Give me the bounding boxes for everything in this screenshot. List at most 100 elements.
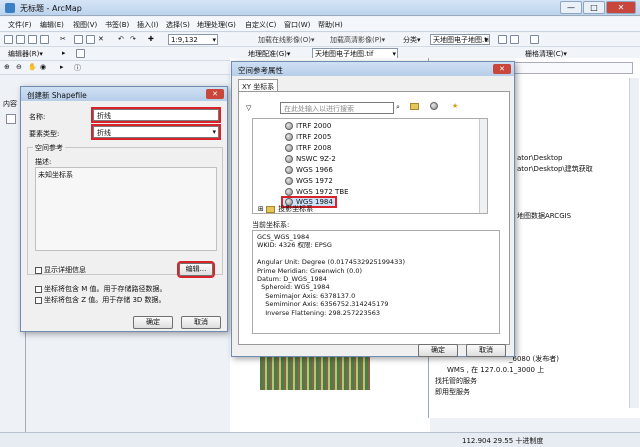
menu-bookmarks[interactable]: 书签(B) [105,20,129,30]
menu-edit[interactable]: 编辑(E) [40,20,64,30]
list-item-label: WGS 1972 [296,177,333,185]
list-item[interactable]: WGS 1972 TBE [285,188,349,196]
list-item-label: WGS 1972 TBE [296,188,349,196]
app-icon [5,3,15,13]
undo-icon[interactable]: ↶ [118,35,124,43]
tool-icon-a[interactable] [498,35,507,46]
description-box: 未知坐标系 [35,167,217,251]
close-button[interactable]: ✕ [606,1,636,14]
pan-icon[interactable]: ✋ [28,63,37,71]
list-item[interactable]: WGS 1966 [285,166,333,174]
tool-icon-c[interactable] [530,35,539,46]
toolbar-standard: ✂ ✕ ↶ ↷ ✚ 1:9,132 加载在线影像(O)▾ 加载高清影像(P)▾ … [0,33,640,47]
toc-item-icon[interactable] [6,114,16,124]
menu-geoprocessing[interactable]: 地理处理(G) [197,20,236,30]
feature-type-select[interactable]: 折线 ▾ [91,124,221,140]
tool-icon-b[interactable] [510,35,519,46]
cut-icon[interactable]: ✂ [60,35,66,43]
select-icon[interactable]: ▸ [60,63,64,71]
show-details-checkbox[interactable]: 显示详细信息 [35,265,86,275]
redo-icon[interactable]: ↷ [130,35,136,43]
new-icon[interactable] [4,35,13,46]
search-input[interactable]: 在此处输入以进行搜索 [280,102,394,114]
title-bar: 无标题 - ArcMap — □ ✕ [0,0,640,16]
spatial-reference-label: 空间参考 [33,143,65,153]
editor-menu[interactable]: 编辑器(R)▾ [8,49,43,59]
add-data-icon[interactable]: ✚ [148,35,154,43]
catalog-item-1[interactable]: ator\Desktop [517,154,562,162]
classify-menu[interactable]: 分类▾ [403,35,421,45]
catalog-item-5[interactable]: WMS , 在 127.0.0.1_3000 上 [447,365,544,375]
catalog-scrollbar[interactable] [629,78,639,408]
menu-customize[interactable]: 自定义(C) [245,20,276,30]
print-icon[interactable] [40,35,49,46]
menu-bar: 文件(F) 编辑(E) 视图(V) 书签(B) 插入(I) 选择(S) 地理处理… [0,17,640,32]
m-values-checkbox[interactable]: 坐标将包含 M 值。用于存储路径数据。 [35,284,167,294]
layer-file-combo[interactable]: 天地图电子地图.tif [430,34,490,45]
z-values-checkbox[interactable]: 坐标将包含 Z 值。用于存储 3D 数据。 [35,295,166,305]
catalog-item-3[interactable]: 地图数据ARCGIS [517,211,571,221]
minimize-button[interactable]: — [560,1,582,14]
list-item[interactable]: WGS 1972 [285,177,333,185]
scale-combo[interactable]: 1:9,132 [168,34,218,45]
list-item-label: ITRF 2005 [296,133,332,141]
copy-icon[interactable] [74,35,83,46]
edit-button[interactable]: 编辑... [177,261,215,278]
shapefile-dialog-close-icon[interactable]: ✕ [206,89,224,99]
current-system-details: GCS_WGS_1984 WKID: 4326 权限: EPSG Angular… [252,230,500,334]
paste-icon[interactable] [86,35,95,46]
shapefile-ok-button[interactable]: 确定 [133,316,173,329]
edit-tool-icon[interactable]: ▸ [62,49,66,57]
name-input[interactable]: 折线 [91,107,221,123]
coordinate-readout: 112.904 29.55 十进制度 [462,437,544,445]
arcmap-window: 无标题 - ArcMap — □ ✕ 文件(F) 编辑(E) 视图(V) 书签(… [0,0,640,447]
delete-icon[interactable]: ✕ [98,35,104,43]
online-imagery-menu[interactable]: 加载在线影像(O)▾ [258,35,315,45]
tree-node-projected[interactable]: ⊞ 投影坐标系 [258,204,313,214]
status-bar: 112.904 29.55 十进制度 [0,432,640,447]
coordinate-system-list[interactable]: ITRF 2000 ITRF 2005 ITRF 2008 NSWC 9Z-2 … [252,118,488,214]
catalog-item-4[interactable]: _6080 (发布者) [509,354,559,364]
shapefile-cancel-button[interactable]: 取消 [181,316,221,329]
maximize-button[interactable]: □ [583,1,605,14]
toc-label: 内容 [3,100,17,108]
search-icon[interactable]: ⌕ [396,103,400,112]
srs-ok-button[interactable]: 确定 [418,344,458,357]
edit-vertices-icon[interactable] [76,49,85,60]
window-controls: — □ ✕ [560,1,636,14]
menu-file[interactable]: 文件(F) [8,20,32,30]
list-item-label: ITRF 2000 [296,122,332,130]
menu-selection[interactable]: 选择(S) [166,20,190,30]
identify-icon[interactable]: ⓘ [74,63,81,73]
menu-insert[interactable]: 插入(I) [137,20,159,30]
filter-icon[interactable]: ▽ [246,104,251,112]
tab-xy-coordinate-system[interactable]: XY 坐标系 [238,79,278,91]
projected-label: 投影坐标系 [278,205,314,213]
menu-help[interactable]: 帮助(H) [318,20,343,30]
srs-dialog-close-icon[interactable]: ✕ [493,64,511,74]
catalog-item-2[interactable]: ator\Desktop\建筑获取 [517,164,593,174]
zoom-out-icon[interactable]: ⊖ [16,63,22,71]
description-label: 描述: [35,158,52,166]
full-extent-icon[interactable]: ◉ [40,63,46,71]
folder-icon[interactable] [410,102,422,110]
toolbar-tools: ⊕ ⊖ ✋ ◉ ▸ ⓘ [0,61,230,75]
open-icon[interactable] [16,35,25,46]
current-system-label: 当前坐标系: [252,221,290,229]
list-item[interactable]: ITRF 2000 [285,122,331,130]
save-icon[interactable] [28,35,37,46]
list-scrollbar[interactable] [479,119,487,213]
create-shapefile-dialog: 创建新 Shapefile ✕ 名称: 折线 要素类型: 折线 ▾ 空间参考 描… [20,86,228,332]
srs-cancel-button[interactable]: 取消 [466,344,506,357]
zoom-in-icon[interactable]: ⊕ [4,63,10,71]
hires-imagery-menu[interactable]: 加载高清影像(P)▾ [330,35,385,45]
list-item[interactable]: ITRF 2008 [285,144,331,152]
favorite-icon[interactable]: ★ [452,102,458,110]
globe-icon[interactable] [430,102,441,110]
list-item[interactable]: ITRF 2005 [285,133,331,141]
menu-windows[interactable]: 窗口(W) [284,20,310,30]
catalog-item-7[interactable]: 即用型服务 [435,387,470,397]
list-item[interactable]: NSWC 9Z-2 [285,155,336,163]
menu-view[interactable]: 视图(V) [73,20,97,30]
catalog-item-6[interactable]: 找托管的服务 [435,376,477,386]
